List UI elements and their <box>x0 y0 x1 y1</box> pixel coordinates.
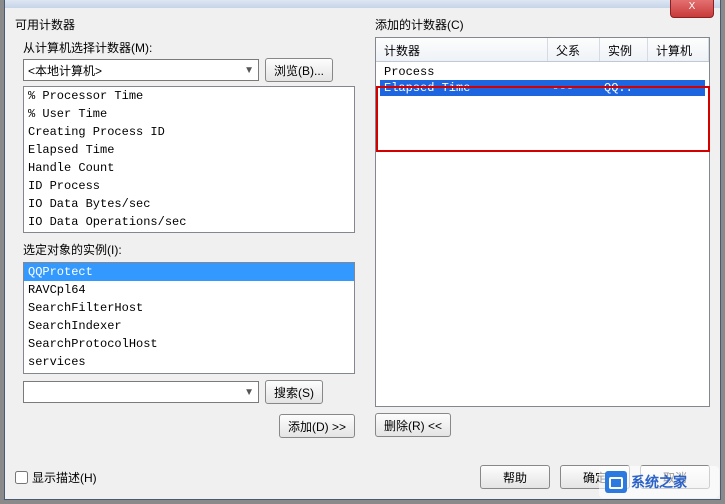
th-parent[interactable]: 父系 <box>548 38 600 61</box>
show-description-checkbox[interactable]: 显示描述(H) <box>15 469 97 486</box>
help-button[interactable]: 帮助 <box>480 465 550 489</box>
left-panel: 可用计数器 从计算机选择计数器(M): <本地计算机> ▼ 浏览(B)... %… <box>15 16 363 438</box>
added-counters-tree[interactable]: Process Elapsed Time---QQ.. <box>376 62 709 98</box>
th-computer[interactable]: 计算机 <box>648 38 709 61</box>
added-counters-title: 添加的计数器(C) <box>375 16 710 33</box>
table-row[interactable]: Process <box>380 64 705 80</box>
list-item[interactable]: SearchIndexer <box>24 317 354 335</box>
browse-button[interactable]: 浏览(B)... <box>265 58 333 82</box>
available-counters-title: 可用计数器 <box>15 16 363 33</box>
table-header: 计数器 父系 实例 计算机 <box>376 38 709 62</box>
list-item[interactable]: Handle Count <box>24 159 354 177</box>
list-item[interactable]: IO Other Bytes/sec <box>24 231 354 233</box>
search-combo[interactable]: ▼ <box>23 381 259 403</box>
list-item[interactable]: Elapsed Time <box>24 141 354 159</box>
list-item[interactable]: smss <box>24 371 354 374</box>
list-item[interactable]: % Processor Time <box>24 87 354 105</box>
show-description-label: 显示描述(H) <box>32 469 97 486</box>
list-item[interactable]: SearchProtocolHost <box>24 335 354 353</box>
titlebar: X <box>5 0 720 8</box>
list-item[interactable]: IO Data Bytes/sec <box>24 195 354 213</box>
added-counters-table: 计数器 父系 实例 计算机 Process Elapsed Time---QQ.… <box>375 37 710 407</box>
list-item[interactable]: Creating Process ID <box>24 123 354 141</box>
watermark-icon <box>605 471 627 493</box>
remove-button[interactable]: 删除(R) << <box>375 413 451 437</box>
instances-listbox[interactable]: QQProtectRAVCpl64SearchFilterHostSearchI… <box>23 262 355 374</box>
th-counter[interactable]: 计数器 <box>376 38 548 61</box>
table-row[interactable]: Elapsed Time---QQ.. <box>380 80 705 96</box>
watermark-text: 系统之家 <box>631 472 687 492</box>
show-description-input[interactable] <box>15 471 28 484</box>
list-item[interactable]: services <box>24 353 354 371</box>
computer-select[interactable]: <本地计算机> ▼ <box>23 59 259 81</box>
list-item[interactable]: SearchFilterHost <box>24 299 354 317</box>
search-button[interactable]: 搜索(S) <box>265 380 323 404</box>
chevron-down-icon: ▼ <box>244 65 254 76</box>
list-item[interactable]: % User Time <box>24 105 354 123</box>
close-button[interactable]: X <box>670 0 714 18</box>
chevron-down-icon: ▼ <box>244 387 254 398</box>
from-computer-label: 从计算机选择计数器(M): <box>23 39 363 56</box>
list-item[interactable]: RAVCpl64 <box>24 281 354 299</box>
dialog-body: 可用计数器 从计算机选择计数器(M): <本地计算机> ▼ 浏览(B)... %… <box>5 8 720 446</box>
list-item[interactable]: IO Data Operations/sec <box>24 213 354 231</box>
list-item[interactable]: QQProtect <box>24 263 354 281</box>
counters-listbox[interactable]: % Processor Time% User TimeCreating Proc… <box>23 86 355 233</box>
dialog-window: X 可用计数器 从计算机选择计数器(M): <本地计算机> ▼ 浏览(B)...… <box>4 0 721 500</box>
right-panel: 添加的计数器(C) 计数器 父系 实例 计算机 Process Elapsed … <box>375 16 710 438</box>
list-item[interactable]: ID Process <box>24 177 354 195</box>
computer-select-value: <本地计算机> <box>28 62 102 79</box>
add-button[interactable]: 添加(D) >> <box>279 414 355 438</box>
instances-label: 选定对象的实例(I): <box>23 241 363 258</box>
th-instance[interactable]: 实例 <box>600 38 648 61</box>
watermark: 系统之家 <box>599 466 719 498</box>
